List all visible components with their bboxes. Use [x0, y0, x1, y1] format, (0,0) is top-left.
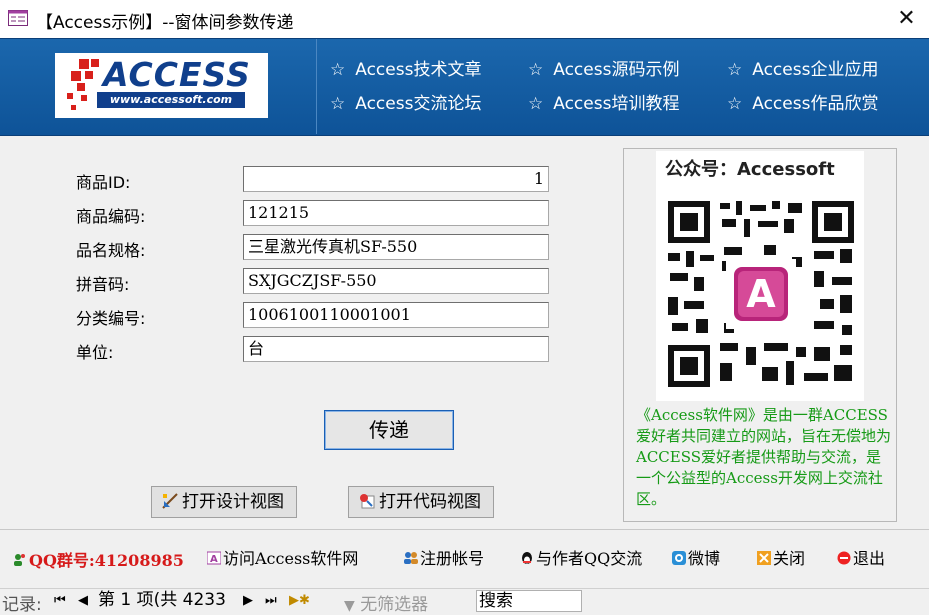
svg-text:A: A	[746, 272, 776, 316]
weibo-icon	[672, 551, 686, 565]
qr-panel: 公众号：Accessoft A 《Access软件网》是由一群ACCESS爱好者…	[623, 148, 897, 522]
svg-text:A: A	[210, 554, 218, 565]
star-icon: ☆	[330, 94, 346, 114]
close-form-link[interactable]: 关闭	[757, 545, 805, 569]
nav-forum[interactable]: ☆ Access交流论坛	[330, 89, 481, 114]
record-navigation-bar: 记录: ⏮ ◀ 第 1 项(共 4233 ▶ ⏭ ▶✱ ▼ 无筛选器 搜索	[0, 588, 929, 615]
search-input[interactable]: 搜索	[476, 590, 582, 612]
code-view-icon	[360, 494, 375, 509]
pinyin-field[interactable]: SXJGCZJSF-550	[243, 268, 549, 294]
pass-button[interactable]: 传递	[324, 410, 454, 450]
logo-url: www.accessoft.com	[97, 92, 245, 108]
title-bar: 【Access示例】--窗体间参数传递 ✕	[0, 0, 929, 38]
open-code-view-button[interactable]: 打开代码视图	[348, 486, 494, 518]
qr-card: 公众号：Accessoft A	[656, 151, 864, 401]
category-code-field[interactable]: 1006100110001001	[243, 302, 549, 328]
close-form-icon	[757, 551, 771, 565]
product-id-field[interactable]: 1	[243, 166, 549, 192]
close-icon[interactable]: ✕	[884, 0, 929, 38]
label-product-spec: 品名规格:	[76, 241, 146, 260]
header-banner: ACCESS www.accessoft.com ☆ Access技术文章 ☆ Ac…	[0, 38, 929, 136]
site-description: 《Access软件网》是由一群ACCESS爱好者共同建立的网站，旨在无偿地为AC…	[636, 406, 892, 508]
logo-panel: ACCESS www.accessoft.com	[3, 39, 317, 134]
filter-icon: ▼	[344, 598, 355, 614]
first-record-icon[interactable]: ⏮	[54, 593, 66, 608]
nav-source-examples[interactable]: ☆ Access源码示例	[528, 55, 679, 80]
star-icon: ☆	[727, 60, 743, 80]
qr-title: 公众号：Accessoft	[665, 159, 835, 180]
form-icon	[8, 10, 28, 26]
users-icon	[404, 552, 418, 564]
qq-group-link[interactable]: QQ群号:41208985	[13, 547, 184, 571]
exit-icon	[837, 551, 851, 565]
access-app-icon: A	[207, 551, 221, 565]
label-product-id: 商品ID:	[76, 173, 131, 192]
nav-training[interactable]: ☆ Access培训教程	[528, 89, 679, 114]
new-record-icon[interactable]: ▶✱	[289, 593, 310, 608]
star-icon: ☆	[528, 60, 544, 80]
star-icon: ☆	[727, 94, 743, 114]
no-filter-button[interactable]: ▼ 无筛选器	[344, 590, 428, 615]
label-pinyin: 拼音码:	[76, 275, 130, 294]
nav-tech-articles[interactable]: ☆ Access技术文章	[330, 55, 481, 80]
current-record-position[interactable]: 第 1 项(共 4233	[96, 590, 231, 612]
nav-enterprise[interactable]: ☆ Access企业应用	[727, 55, 878, 80]
qq-author-link[interactable]: 与作者QQ交流	[520, 545, 642, 569]
unit-field[interactable]: 台	[243, 336, 549, 362]
open-design-view-button[interactable]: 打开设计视图	[151, 486, 297, 518]
record-label: 记录:	[2, 595, 42, 615]
last-record-icon[interactable]: ⏭	[265, 593, 277, 608]
next-record-icon[interactable]: ▶	[243, 593, 253, 608]
register-link[interactable]: 注册帐号	[404, 545, 484, 569]
exit-link[interactable]: 退出	[837, 545, 885, 569]
qr-code-image: A	[664, 197, 858, 391]
product-code-field[interactable]: 121215	[243, 200, 549, 226]
product-spec-field[interactable]: 三星激光传真机SF-550	[243, 234, 549, 260]
weibo-link[interactable]: 微博	[672, 545, 720, 569]
nav-showcase[interactable]: ☆ Access作品欣赏	[727, 89, 878, 114]
logo-text: ACCESS	[103, 55, 251, 94]
visit-site-link[interactable]: A 访问Access软件网	[207, 545, 358, 569]
label-unit: 单位:	[76, 343, 114, 362]
group-icon	[14, 554, 25, 566]
qq-penguin-icon	[522, 552, 532, 564]
previous-record-icon[interactable]: ◀	[78, 593, 88, 608]
star-icon: ☆	[330, 60, 346, 80]
label-category-code: 分类编号:	[76, 309, 146, 328]
star-icon: ☆	[528, 94, 544, 114]
window-title: 【Access示例】--窗体间参数传递	[36, 13, 294, 33]
design-ruler-icon	[162, 493, 178, 509]
access-logo[interactable]: ACCESS www.accessoft.com	[55, 53, 268, 118]
divider	[0, 529, 929, 530]
label-product-code: 商品编码:	[76, 207, 146, 226]
